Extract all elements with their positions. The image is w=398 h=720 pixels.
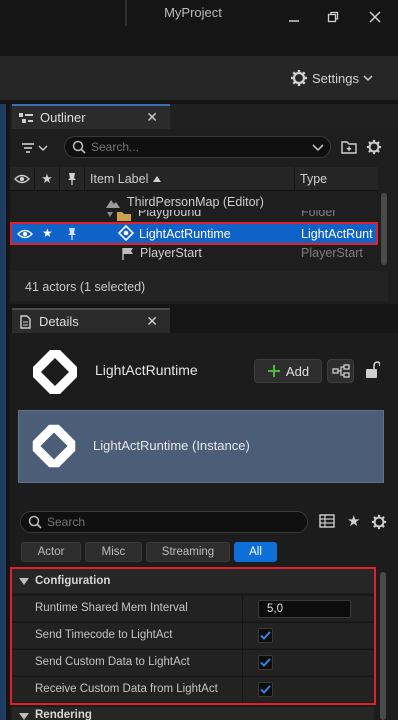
outliner-settings-button[interactable]	[366, 139, 382, 155]
filter-streaming-button[interactable]: Streaming	[146, 542, 230, 562]
search-icon	[28, 515, 42, 529]
settings-label: Settings	[312, 70, 359, 86]
visibility-column[interactable]	[10, 167, 35, 191]
tree-item-label: PlayerStart	[140, 246, 202, 260]
minimize-button[interactable]	[282, 6, 306, 28]
instance-label: LightActRuntime (Instance)	[93, 438, 250, 453]
filter-misc-button[interactable]: Misc	[85, 542, 142, 562]
tree-item-label: LightActRuntime	[139, 227, 231, 241]
restore-button[interactable]	[321, 6, 345, 28]
details-search[interactable]	[20, 511, 308, 533]
tree-item-type: LightActRunt	[301, 227, 373, 241]
sort-ascending-icon	[153, 176, 162, 182]
flag-icon	[122, 248, 133, 260]
star-column-icon[interactable]: ★	[35, 167, 60, 191]
outliner-search-input[interactable]	[91, 139, 301, 155]
outliner-search[interactable]	[64, 136, 331, 158]
minimize-icon	[289, 20, 299, 22]
outliner-scrollbar[interactable]	[381, 193, 387, 265]
configuration-highlight	[10, 567, 376, 705]
actor-icon	[118, 225, 134, 241]
actor-large-icon	[25, 342, 85, 402]
list-item[interactable]: Playground Folder	[10, 210, 378, 221]
search-icon	[72, 140, 86, 154]
details-icon	[20, 314, 31, 329]
folder-add-icon	[341, 141, 357, 154]
blueprint-button[interactable]	[327, 359, 354, 383]
filter-actor-button[interactable]: Actor	[21, 542, 81, 562]
settings-button[interactable]: Settings	[290, 67, 373, 89]
type-header: Type	[300, 172, 328, 186]
restore-icon	[327, 11, 339, 23]
chevron-down-icon	[38, 145, 48, 151]
close-window-button[interactable]	[363, 6, 387, 28]
pin-column[interactable]	[60, 167, 85, 191]
add-folder-button[interactable]	[341, 139, 359, 155]
table-row-selected[interactable]: ★ LightActRuntime LightActRunt	[10, 222, 378, 245]
list-item[interactable]: PlayerStart PlayerStart	[10, 245, 378, 263]
filter-all-button[interactable]: All	[234, 542, 277, 562]
gear-icon	[291, 70, 307, 86]
collapse-arrow-icon	[107, 212, 113, 217]
pin-icon	[68, 173, 76, 185]
plus-icon	[267, 365, 280, 377]
gear-icon	[366, 139, 382, 155]
tree-item-label: ThirdPersonMap (Editor)	[127, 195, 264, 209]
favorites-star-icon[interactable]: ★	[347, 512, 360, 530]
actor-instance-icon	[25, 417, 83, 475]
tree-item-label: Playground	[138, 210, 202, 219]
tree-item-type: Folder	[301, 210, 337, 219]
actor-count: 41 actors (1 selected)	[25, 280, 146, 294]
unlock-icon	[366, 361, 380, 378]
chevron-down-icon	[363, 75, 373, 82]
type-column[interactable]: Type	[295, 167, 378, 191]
item-label-column[interactable]: Item Label	[85, 167, 295, 191]
folder-icon	[117, 212, 131, 221]
rendering-title: Rendering	[35, 709, 92, 720]
filter-button[interactable]	[20, 139, 54, 157]
blueprint-icon	[331, 364, 350, 378]
close-icon	[369, 11, 381, 23]
chevron-down-icon[interactable]	[312, 143, 324, 153]
tab-details-label: Details	[39, 314, 79, 329]
lock-button[interactable]	[364, 361, 382, 379]
star-icon[interactable]: ★	[42, 226, 53, 240]
outliner-header-row: ★ Item Label Type	[10, 167, 378, 191]
filter-icon	[22, 143, 34, 153]
map-icon	[106, 200, 120, 208]
outliner-icon	[19, 112, 33, 123]
list-item-partial	[10, 263, 378, 271]
collapse-arrow-icon[interactable]	[19, 713, 29, 720]
add-button-label: Add	[285, 363, 310, 379]
list-item[interactable]: ThirdPersonMap (Editor)	[10, 193, 378, 211]
details-search-input[interactable]	[47, 514, 297, 530]
actor-name: LightActRuntime	[95, 362, 198, 378]
item-label-header: Item Label	[90, 172, 149, 186]
table-icon	[319, 514, 335, 528]
details-scrollbar[interactable]	[380, 572, 386, 720]
viewport-edge	[0, 104, 6, 720]
pin-icon[interactable]	[67, 227, 77, 241]
tab-outliner-label: Outliner	[40, 110, 86, 125]
tab-details[interactable]: Details ✕	[12, 308, 170, 333]
details-settings-button[interactable]	[371, 514, 387, 530]
property-matrix-button[interactable]	[319, 514, 335, 528]
tree-item-type: PlayerStart	[301, 246, 363, 260]
gear-icon	[371, 514, 387, 530]
tab-outliner[interactable]: Outliner ✕	[12, 104, 170, 129]
add-component-button[interactable]: Add	[254, 359, 322, 383]
close-tab-icon[interactable]: ✕	[146, 109, 158, 126]
eye-icon	[14, 174, 30, 184]
eye-icon[interactable]	[17, 229, 33, 239]
close-tab-icon[interactable]: ✕	[146, 313, 158, 330]
